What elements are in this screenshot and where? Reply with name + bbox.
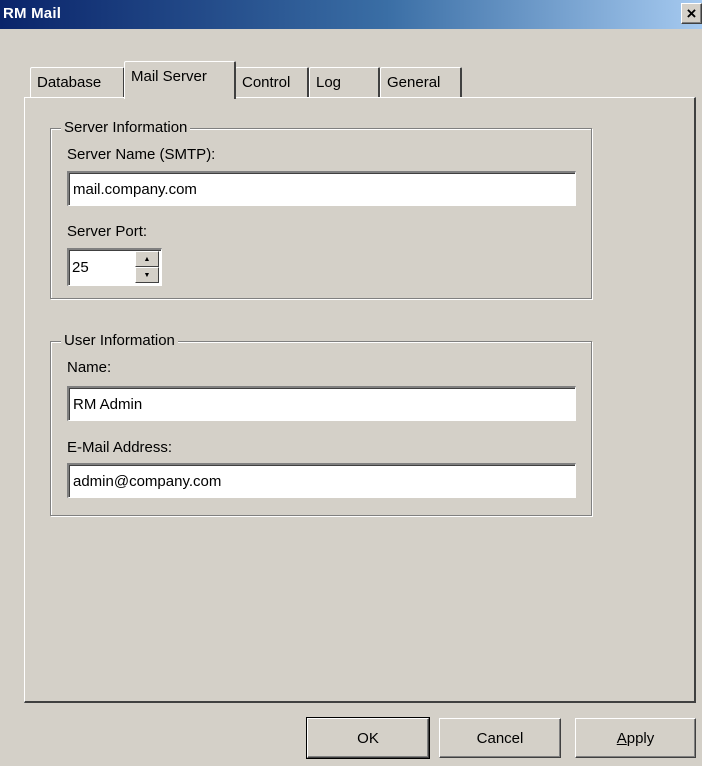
tab-general-label: General [387, 74, 441, 91]
email-input[interactable] [69, 465, 575, 497]
name-input[interactable] [69, 388, 575, 420]
close-button[interactable]: × [681, 3, 702, 24]
tab-mail-server[interactable]: Mail Server [124, 61, 236, 99]
apply-button[interactable]: Apply [575, 718, 696, 758]
tab-database-label: Database [37, 74, 102, 91]
server-port-stepper[interactable]: ▲ ▼ [67, 248, 162, 286]
server-name-label: Server Name (SMTP): [67, 146, 216, 163]
title-bar: RM Mail × [0, 0, 702, 29]
cancel-button[interactable]: Cancel [439, 718, 561, 758]
tab-log[interactable]: Log [309, 67, 380, 98]
tab-general[interactable]: General [380, 67, 462, 98]
apply-mnemonic: A [616, 729, 627, 747]
tab-log-label: Log [316, 74, 342, 91]
server-port-label: Server Port: [67, 223, 148, 240]
server-name-input[interactable] [69, 173, 575, 205]
apply-rest: pply [626, 729, 655, 747]
close-icon: × [686, 4, 697, 23]
apply-button-label: Apply [617, 730, 655, 747]
cancel-button-label: Cancel [476, 729, 524, 747]
server-name-field[interactable] [67, 171, 576, 206]
server-port-input[interactable] [69, 250, 133, 285]
tab-control-label: Control [242, 74, 291, 91]
tab-mail-server-label: Mail Server [131, 68, 207, 85]
spin-up-icon: ▲ [143, 255, 151, 263]
user-information-title: User Information [61, 331, 178, 351]
ok-button[interactable]: OK [306, 717, 430, 759]
email-label: E-Mail Address: [67, 439, 173, 456]
spin-down-button[interactable]: ▼ [135, 267, 159, 283]
ok-button-label: OK [357, 729, 379, 747]
tab-control[interactable]: Control [235, 67, 309, 98]
tab-database[interactable]: Database [30, 67, 125, 98]
name-field[interactable] [67, 386, 576, 421]
spin-up-button[interactable]: ▲ [135, 251, 159, 267]
spin-down-icon: ▼ [143, 271, 151, 279]
window-title: RM Mail [3, 5, 62, 22]
email-field[interactable] [67, 463, 576, 498]
server-information-title: Server Information [61, 118, 191, 138]
name-label: Name: [67, 359, 112, 376]
